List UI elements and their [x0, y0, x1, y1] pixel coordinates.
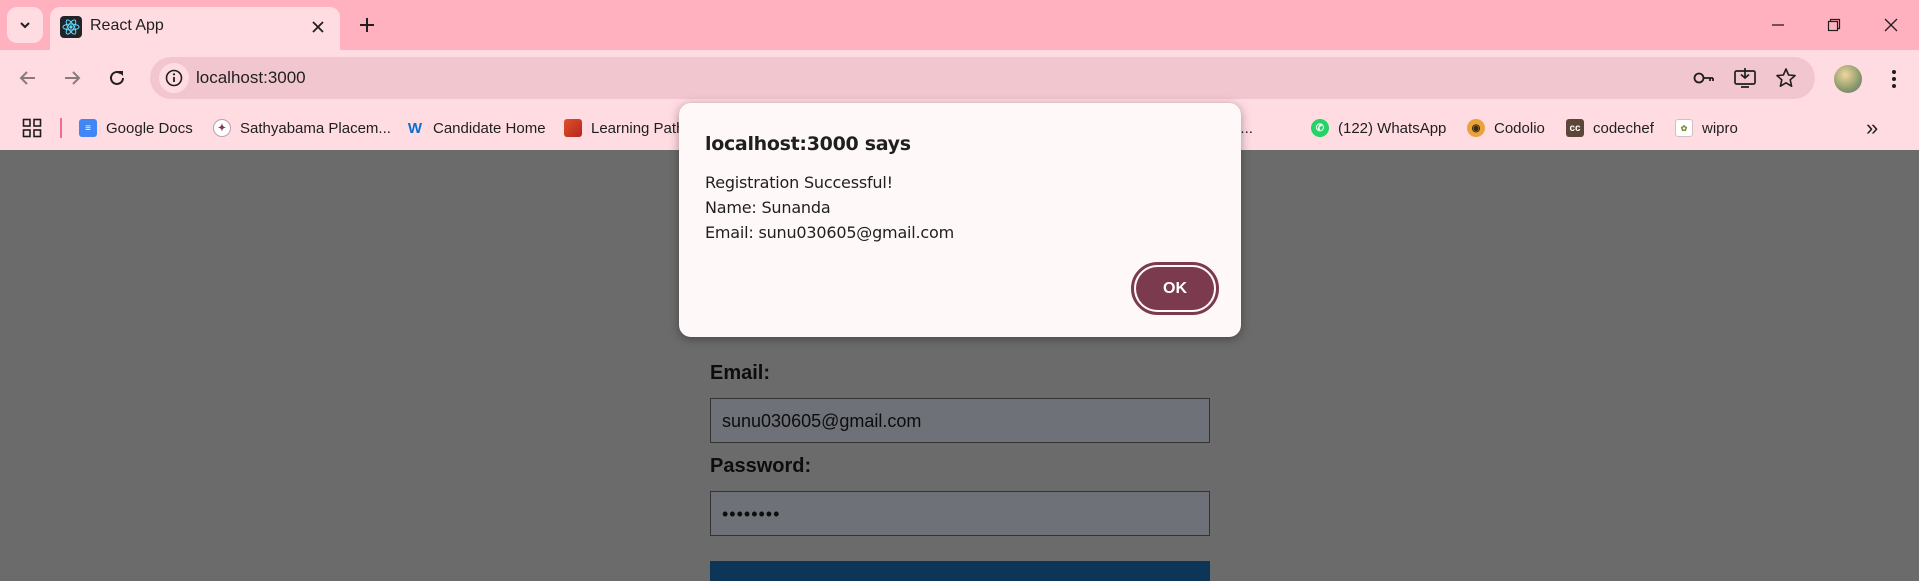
- bookmark-label: wipro: [1702, 119, 1738, 137]
- url-text: localhost:3000: [196, 68, 306, 87]
- install-app-button[interactable]: [1733, 66, 1757, 90]
- apps-grid-icon: [22, 118, 42, 138]
- alert-dialog: localhost:3000 says Registration Success…: [679, 103, 1241, 337]
- bookmark-label: Candidate Home: [433, 119, 546, 137]
- chevron-down-icon: [20, 22, 30, 29]
- apps-button[interactable]: [22, 112, 42, 144]
- browser-menu-button[interactable]: [1880, 64, 1908, 94]
- google-docs-icon: ≡: [79, 119, 97, 137]
- sathyabama-icon: ✦: [213, 119, 231, 137]
- email-label: Email:: [710, 362, 771, 384]
- back-button[interactable]: [12, 62, 44, 94]
- more-vertical-icon: [1892, 70, 1896, 88]
- reload-icon: [110, 70, 124, 85]
- tab-react-app[interactable]: React App: [50, 7, 340, 50]
- bookmark-star-button[interactable]: [1774, 66, 1798, 90]
- star-icon: [1776, 68, 1796, 87]
- bookmark-label: (122) WhatsApp: [1338, 119, 1447, 137]
- bookmark-wipro[interactable]: ✿ wipro: [1675, 112, 1738, 144]
- workday-icon: W: [407, 119, 423, 137]
- password-key-button[interactable]: [1692, 66, 1716, 90]
- bookmark-label: Learning Path: [591, 119, 685, 137]
- bookmarks-separator: [60, 118, 62, 138]
- forward-button[interactable]: [56, 62, 88, 94]
- bookmark-google-docs[interactable]: ≡ Google Docs: [79, 112, 193, 144]
- bookmark-codolio[interactable]: ◉ Codolio: [1467, 112, 1545, 144]
- address-bar[interactable]: localhost:3000: [150, 57, 1815, 99]
- reload-button[interactable]: [101, 62, 133, 94]
- password-input[interactable]: ••••••••: [710, 491, 1210, 536]
- plus-icon: [360, 18, 374, 32]
- wipro-icon: ✿: [1675, 119, 1693, 137]
- codolio-icon: ◉: [1467, 119, 1485, 137]
- install-icon: [1734, 68, 1756, 88]
- chevron-double-right-icon: »: [1866, 115, 1879, 140]
- learning-path-icon: [564, 119, 582, 137]
- restore-button[interactable]: [1819, 10, 1849, 40]
- bookmark-label: codechef: [1593, 119, 1654, 137]
- bookmark-learning-path[interactable]: Learning Path: [564, 112, 684, 144]
- bookmark-sathyabama[interactable]: ✦ Sathyabama Placem...: [213, 112, 391, 144]
- register-button[interactable]: [710, 561, 1210, 581]
- close-window-button[interactable]: [1876, 10, 1906, 40]
- bookmarks-overflow-button[interactable]: »: [1866, 112, 1878, 144]
- ok-button[interactable]: OK: [1131, 262, 1219, 315]
- tab-title: React App: [90, 17, 164, 34]
- arrow-right-icon: [65, 71, 81, 85]
- tab-search-button[interactable]: [7, 7, 43, 43]
- whatsapp-icon: ✆: [1311, 119, 1329, 137]
- bookmark-label: Sathyabama Placem...: [240, 119, 391, 137]
- restore-icon: [1827, 18, 1841, 32]
- bookmark-label: Google Docs: [106, 119, 193, 137]
- title-bar: React App: [0, 0, 1919, 50]
- profile-avatar[interactable]: [1834, 65, 1862, 93]
- react-icon: [60, 16, 82, 38]
- dialog-title: localhost:3000 says: [705, 133, 911, 155]
- ok-button-label: OK: [1136, 267, 1214, 310]
- bookmark-label: Codolio: [1494, 119, 1545, 137]
- email-input[interactable]: sunu030605@gmail.com: [710, 398, 1210, 443]
- site-info-button[interactable]: [159, 63, 189, 93]
- minimize-icon: [1772, 24, 1784, 26]
- dialog-message-line: Email: sunu030605@gmail.com: [705, 223, 954, 242]
- minimize-button[interactable]: [1763, 10, 1793, 40]
- dialog-message-line: Name: Sunanda: [705, 198, 831, 217]
- arrow-left-icon: [19, 71, 35, 85]
- password-label: Password:: [710, 455, 812, 477]
- close-icon: [1884, 18, 1898, 32]
- new-tab-button[interactable]: [352, 10, 382, 40]
- tab-close-button[interactable]: [306, 15, 330, 39]
- codechef-icon: cc: [1566, 119, 1584, 137]
- bookmark-whatsapp[interactable]: ✆ (122) WhatsApp: [1311, 112, 1446, 144]
- bookmark-codechef[interactable]: cc codechef: [1566, 112, 1654, 144]
- close-icon: [312, 21, 324, 33]
- key-icon: [1693, 72, 1714, 84]
- info-icon: [165, 69, 183, 87]
- dialog-message-line: Registration Successful!: [705, 173, 893, 192]
- bookmark-candidate-home[interactable]: W Candidate Home: [406, 112, 546, 144]
